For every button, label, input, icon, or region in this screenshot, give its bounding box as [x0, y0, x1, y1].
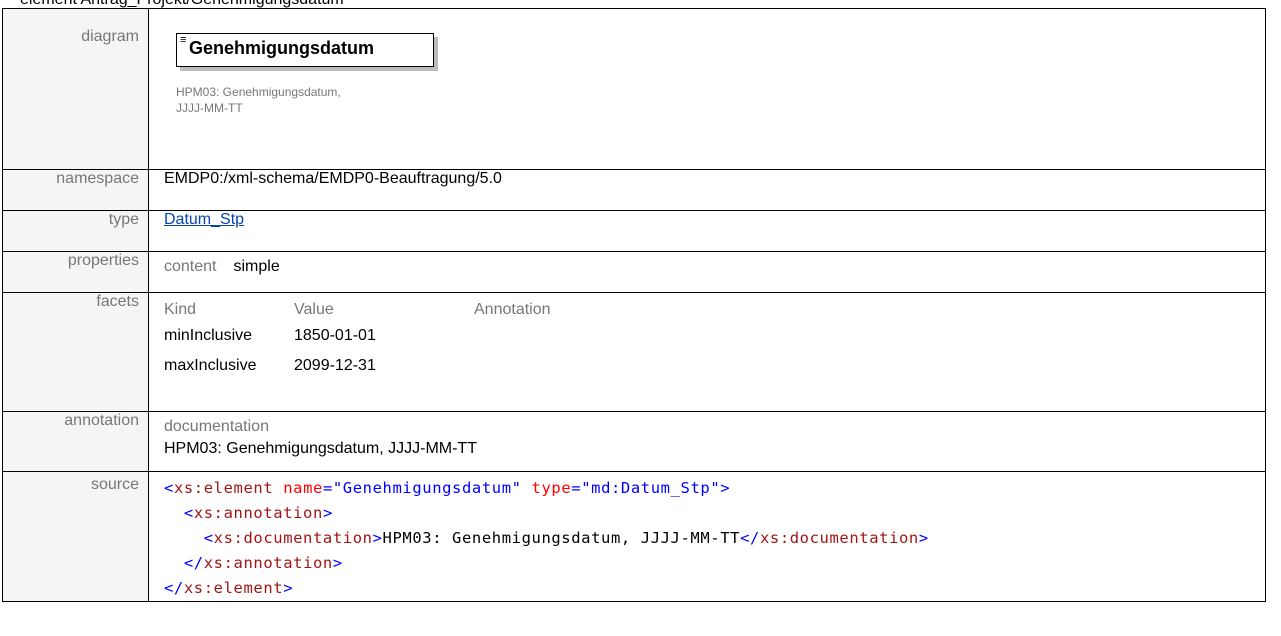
source-line: </xs:element>	[164, 579, 294, 597]
facet-value: 2099-12-31	[294, 357, 376, 374]
properties-label: properties	[2, 251, 149, 293]
type-label: type	[2, 210, 149, 252]
type-row: type Datum_Stp	[2, 210, 1266, 252]
diagram: ≡ Genehmigungsdatum HPM03: Genehmigungsd…	[164, 9, 1265, 169]
facet-annotation	[474, 351, 551, 381]
element-doc-table: diagram ≡ Genehmigungsdatum HPM03: Geneh…	[2, 8, 1266, 602]
facets-header-row: Kind Value Annotation	[164, 299, 551, 321]
facets-label: facets	[2, 292, 149, 412]
type-cell: Datum_Stp	[148, 210, 1266, 252]
facet-row: minInclusive 1850-01-01	[164, 321, 551, 351]
element-name: Genehmigungsdatum	[189, 38, 375, 58]
facets-table: Kind Value Annotation minInclusive 1850-…	[164, 299, 551, 381]
source-row: source <xs:element name="Genehmigungsdat…	[2, 471, 1266, 602]
diagram-row: diagram ≡ Genehmigungsdatum HPM03: Geneh…	[2, 8, 1266, 170]
facets-cell: Kind Value Annotation minInclusive 1850-…	[148, 292, 1266, 412]
annotation-row: annotation documentation HPM03: Genehmig…	[2, 411, 1266, 472]
property-key: content	[164, 258, 217, 275]
facet-kind: maxInclusive	[164, 357, 257, 374]
type-link[interactable]: Datum_Stp	[164, 211, 244, 228]
source-code: <xs:element name="Genehmigungsdatum" typ…	[164, 472, 1265, 601]
facet-row: maxInclusive 2099-12-31	[164, 351, 551, 381]
facet-kind: minInclusive	[164, 327, 253, 344]
diagram-label: diagram	[2, 8, 149, 170]
diagram-documentation: HPM03: Genehmigungsdatum, JJJJ-MM-TT	[176, 84, 376, 116]
source-cell: <xs:element name="Genehmigungsdatum" typ…	[148, 471, 1266, 602]
annotation-label: annotation	[2, 411, 149, 472]
facets-row: facets Kind Value Annotation minInclusiv…	[2, 292, 1266, 412]
annotation-cell: documentation HPM03: Genehmigungsdatum, …	[148, 411, 1266, 472]
source-label: source	[2, 471, 149, 602]
source-line: <xs:annotation>	[183, 504, 333, 522]
diagram-cell: ≡ Genehmigungsdatum HPM03: Genehmigungsd…	[148, 8, 1266, 170]
element-box[interactable]: ≡ Genehmigungsdatum	[176, 33, 434, 67]
namespace-row: namespace EMDP0:/xml-schema/EMDP0-Beauft…	[2, 169, 1266, 211]
source-line: <xs:element name="Genehmigungsdatum" typ…	[164, 479, 731, 497]
properties-cell: content simple	[148, 251, 1266, 293]
facets-header-kind: Kind	[164, 301, 197, 318]
diagram-doc-line: HPM03: Genehmigungsdatum,	[176, 85, 341, 99]
source-line: </xs:annotation>	[183, 554, 343, 572]
documentation-icon: ≡	[180, 34, 187, 46]
facet-annotation	[474, 321, 551, 351]
annotation-value: HPM03: Genehmigungsdatum, JJJJ-MM-TT	[164, 440, 477, 457]
diagram-doc-line: JJJJ-MM-TT	[176, 101, 243, 115]
namespace-label: namespace	[2, 169, 149, 211]
namespace-value: EMDP0:/xml-schema/EMDP0-Beauftragung/5.0	[148, 169, 1266, 211]
source-line: <xs:documentation>HPM03: Genehmigungsdat…	[203, 529, 929, 547]
properties-row: properties content simple	[2, 251, 1266, 293]
properties-pair: content simple	[164, 252, 1265, 276]
facet-value: 1850-01-01	[294, 327, 376, 344]
property-value: simple	[233, 258, 280, 275]
facets-header-annotation: Annotation	[474, 301, 551, 318]
annotation-key: documentation	[164, 418, 269, 435]
facets-header-value: Value	[294, 301, 334, 318]
